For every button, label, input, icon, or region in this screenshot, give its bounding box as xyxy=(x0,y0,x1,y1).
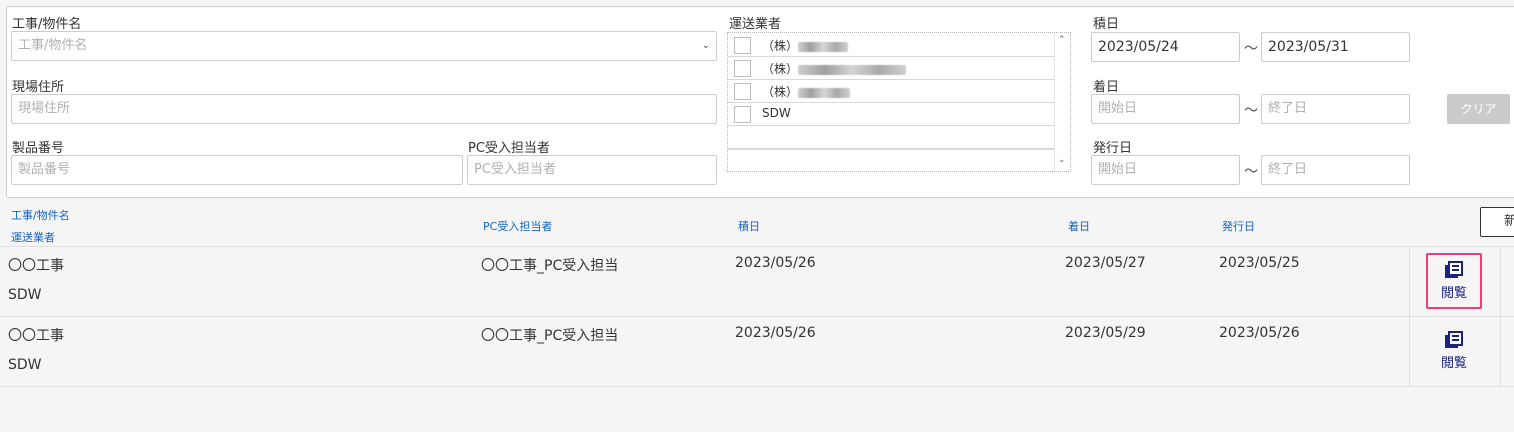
header-loading-date[interactable]: 積日 xyxy=(738,218,760,234)
cell-arrival-date: 2023/05/29 xyxy=(1065,325,1146,341)
checkbox[interactable] xyxy=(734,60,751,77)
divider xyxy=(1409,317,1410,386)
cell-carrier: SDW xyxy=(8,287,42,303)
table-row[interactable]: 〇〇工事 SDW 〇〇工事_PC受入担当 2023/05/26 2023/05/… xyxy=(0,247,1514,316)
range-separator: ～ xyxy=(1244,41,1258,57)
header-project[interactable]: 工事/物件名 xyxy=(11,207,70,223)
issue-date-to[interactable]: 終了日 xyxy=(1261,155,1410,185)
view-label: 閲覧 xyxy=(1440,286,1467,301)
cell-project: 〇〇工事 xyxy=(8,328,64,344)
carrier-option[interactable]: （株） xyxy=(728,57,1054,80)
issue-date-label: 発行日 xyxy=(1093,141,1133,156)
view-button[interactable]: 閲覧 xyxy=(1426,323,1482,379)
cell-carrier: SDW xyxy=(8,357,42,373)
carrier-option-label: （株） xyxy=(762,39,799,53)
header-arrival-date[interactable]: 着日 xyxy=(1068,218,1090,234)
product-no-label: 製品番号 xyxy=(12,141,65,156)
checkbox[interactable] xyxy=(734,37,751,54)
carrier-listbox[interactable]: （株） （株） （株） SDW ⌃ ⌄ xyxy=(727,32,1071,172)
document-stack-icon xyxy=(1445,261,1463,278)
carrier-option-label: （株） xyxy=(762,62,799,76)
carrier-label: 運送業者 xyxy=(729,17,782,32)
carrier-empty-row xyxy=(728,149,1054,171)
site-address-input[interactable]: 現場住所 xyxy=(11,94,717,124)
arrival-date-label: 着日 xyxy=(1093,80,1120,95)
header-pc-receiver[interactable]: PC受入担当者 xyxy=(483,218,552,234)
divider xyxy=(1500,247,1501,316)
header-issue-date[interactable]: 発行日 xyxy=(1222,218,1255,234)
loading-date-from[interactable]: 2023/05/24 xyxy=(1091,32,1240,62)
range-separator: ～ xyxy=(1244,164,1258,180)
redacted-text xyxy=(798,64,907,75)
project-select[interactable]: 工事/物件名 ⌄ xyxy=(11,31,717,61)
carrier-scrollbar[interactable]: ⌃ ⌄ xyxy=(1054,33,1070,171)
pc-receiver-label: PC受入担当者 xyxy=(468,141,550,156)
view-label: 閲覧 xyxy=(1440,356,1467,371)
cell-pc-receiver: 〇〇工事_PC受入担当 xyxy=(481,258,619,274)
redacted-text xyxy=(798,87,851,98)
cell-loading-date: 2023/05/26 xyxy=(735,255,816,271)
carrier-option[interactable]: （株） xyxy=(728,34,1054,57)
loading-date-to[interactable]: 2023/05/31 xyxy=(1261,32,1410,62)
view-button[interactable]: 閲覧 xyxy=(1426,253,1482,309)
project-placeholder: 工事/物件名 xyxy=(18,38,88,53)
cell-loading-date: 2023/05/26 xyxy=(735,325,816,341)
chevron-down-icon[interactable]: ⌄ xyxy=(1058,155,1066,165)
header-carrier[interactable]: 運送業者 xyxy=(11,229,55,245)
carrier-option[interactable]: SDW xyxy=(728,103,1054,126)
carrier-option-label: SDW xyxy=(762,106,791,120)
chevron-down-icon: ⌄ xyxy=(701,40,710,51)
redacted-text xyxy=(798,41,849,52)
document-stack-icon xyxy=(1445,331,1463,348)
carrier-empty-row xyxy=(728,126,1054,149)
product-no-input[interactable]: 製品番号 xyxy=(11,155,463,185)
cell-issue-date: 2023/05/25 xyxy=(1219,255,1300,271)
divider xyxy=(1409,247,1410,316)
table-row[interactable]: 〇〇工事 SDW 〇〇工事_PC受入担当 2023/05/26 2023/05/… xyxy=(0,317,1514,386)
carrier-option-label: （株） xyxy=(762,85,799,99)
cell-arrival-date: 2023/05/27 xyxy=(1065,255,1146,271)
project-label: 工事/物件名 xyxy=(12,17,82,32)
pc-receiver-input[interactable]: PC受入担当者 xyxy=(467,155,717,185)
divider xyxy=(1500,317,1501,386)
site-address-label: 現場住所 xyxy=(12,80,65,95)
cell-pc-receiver: 〇〇工事_PC受入担当 xyxy=(481,328,619,344)
cell-issue-date: 2023/05/26 xyxy=(1219,325,1300,341)
new-button[interactable]: 新 xyxy=(1480,207,1514,237)
checkbox[interactable] xyxy=(734,106,751,123)
checkbox[interactable] xyxy=(734,83,751,100)
divider xyxy=(0,386,1514,387)
carrier-option[interactable]: （株） xyxy=(728,80,1054,103)
issue-date-from[interactable]: 開始日 xyxy=(1091,155,1240,185)
chevron-up-icon[interactable]: ⌃ xyxy=(1058,35,1066,45)
arrival-date-from[interactable]: 開始日 xyxy=(1091,94,1240,124)
range-separator: ～ xyxy=(1244,103,1258,119)
loading-date-label: 積日 xyxy=(1093,17,1120,32)
clear-button[interactable]: クリア xyxy=(1447,94,1510,124)
arrival-date-to[interactable]: 終了日 xyxy=(1261,94,1410,124)
cell-project: 〇〇工事 xyxy=(8,258,64,274)
